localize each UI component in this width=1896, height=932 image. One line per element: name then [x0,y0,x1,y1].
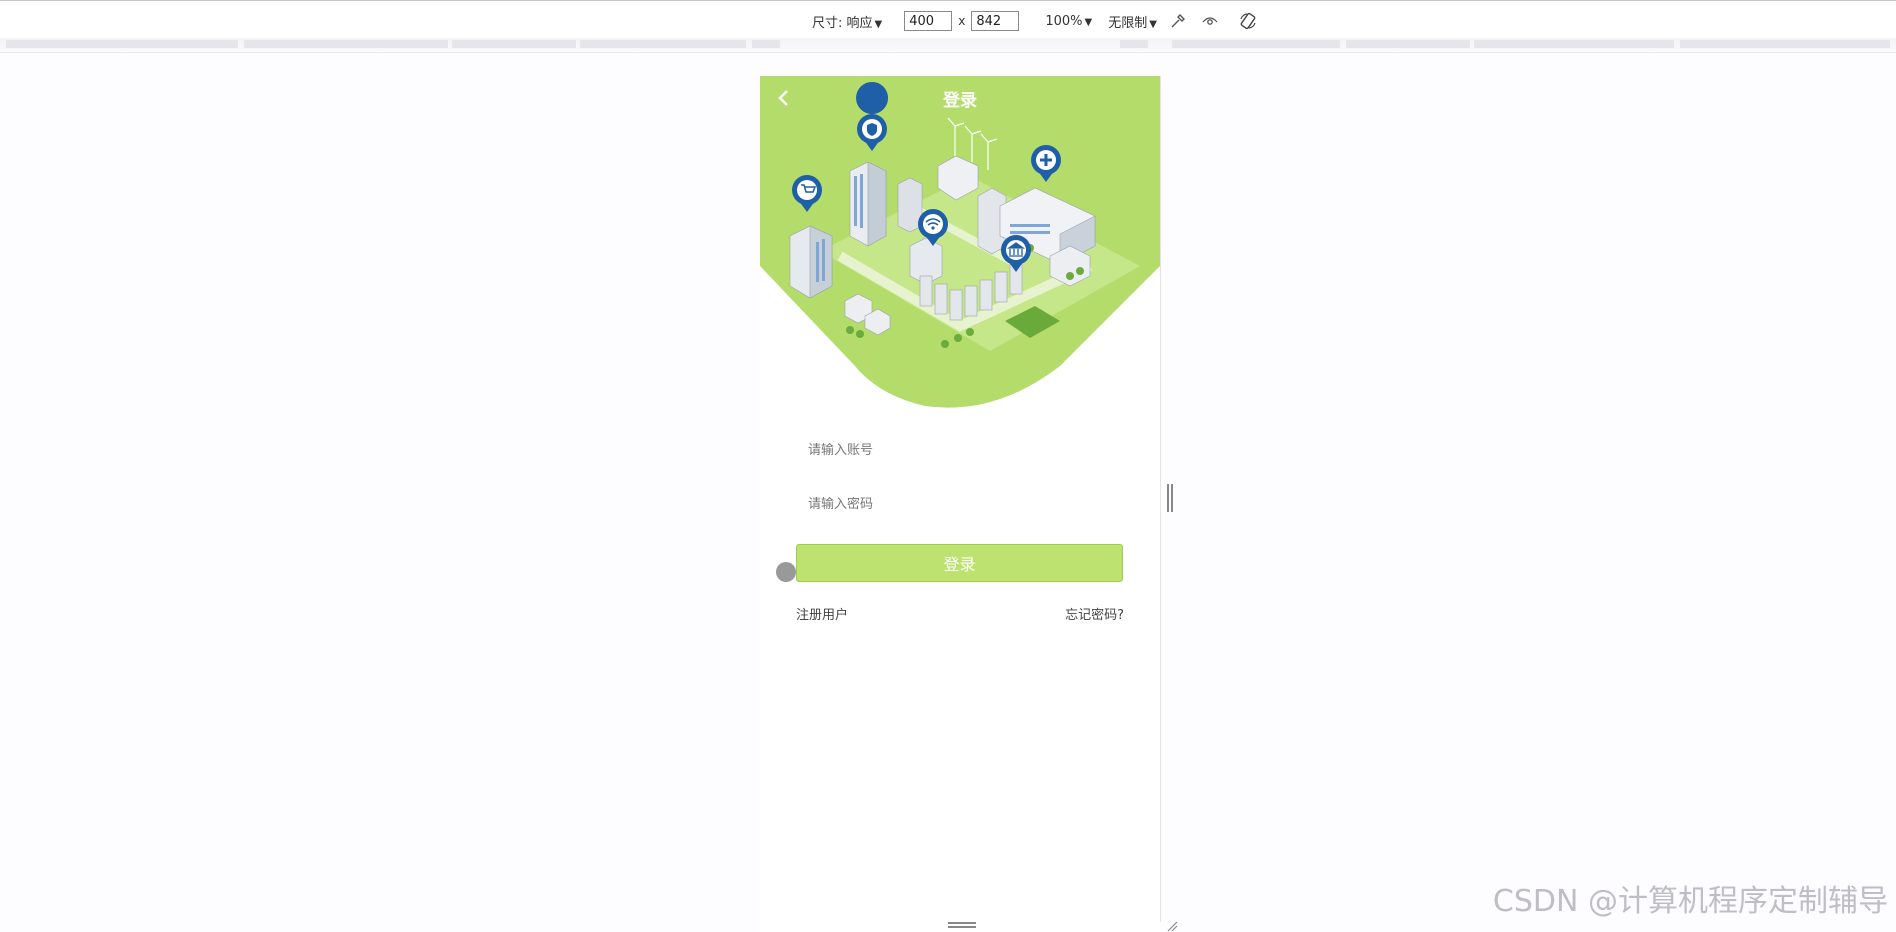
device-viewport: 登录 登录 注册用户 忘记密码? [760,76,1160,932]
hero-banner [760,76,1160,410]
account-field[interactable] [800,432,1130,468]
touch-cursor [776,562,796,582]
dimensions-label: 尺寸: 响应 [812,15,873,31]
watermark: CSDN @计算机程序定制辅导 [1492,884,1888,919]
throttle-label: 无限制 [1108,15,1148,31]
throttle-dropdown[interactable]: 无限制 ▼ [1108,12,1157,31]
width-input[interactable] [904,11,953,31]
cart-pin-icon [792,175,822,212]
device-toolbar-controls: 尺寸: 响应▼ x 100%▼ 无限制▼ [812,9,1259,33]
password-field[interactable] [800,486,1130,522]
dimensions-caret-icon: ▼ [874,18,883,30]
zoom-dropdown[interactable]: 100% ▼ [1045,14,1092,29]
rotate-icon[interactable] [1237,10,1259,32]
page-title: 登录 [943,91,977,111]
throttle-caret-icon: ▼ [1149,18,1157,30]
zoom-label: 100% [1045,13,1083,29]
account-input[interactable] [800,442,1130,458]
device-toolbar: 尺寸: 响应▼ x 100%▼ 无限制▼ [0,0,1896,39]
register-link[interactable]: 注册用户 [796,604,848,623]
resize-corner-icon[interactable] [1166,920,1178,932]
resize-handle-right[interactable] [1167,484,1173,512]
eye-icon[interactable] [1199,10,1221,32]
city-illustration [760,76,1160,410]
zoom-caret-icon: ▼ [1084,16,1093,28]
hospital-pin-icon [1031,145,1061,182]
dropper-icon[interactable] [1167,10,1189,32]
resize-handle-bottom[interactable] [948,922,976,928]
dimensions-dropdown[interactable]: 尺寸: 响应 ▼ [812,12,882,31]
height-input[interactable] [971,11,1020,31]
dimension-separator: x [958,14,966,28]
device-right-edge [1160,76,1161,922]
login-button[interactable]: 登录 [796,544,1123,582]
media-query-ruler [0,38,1896,53]
password-input[interactable] [800,496,1130,512]
forgot-password-link[interactable]: 忘记密码? [1065,604,1124,623]
